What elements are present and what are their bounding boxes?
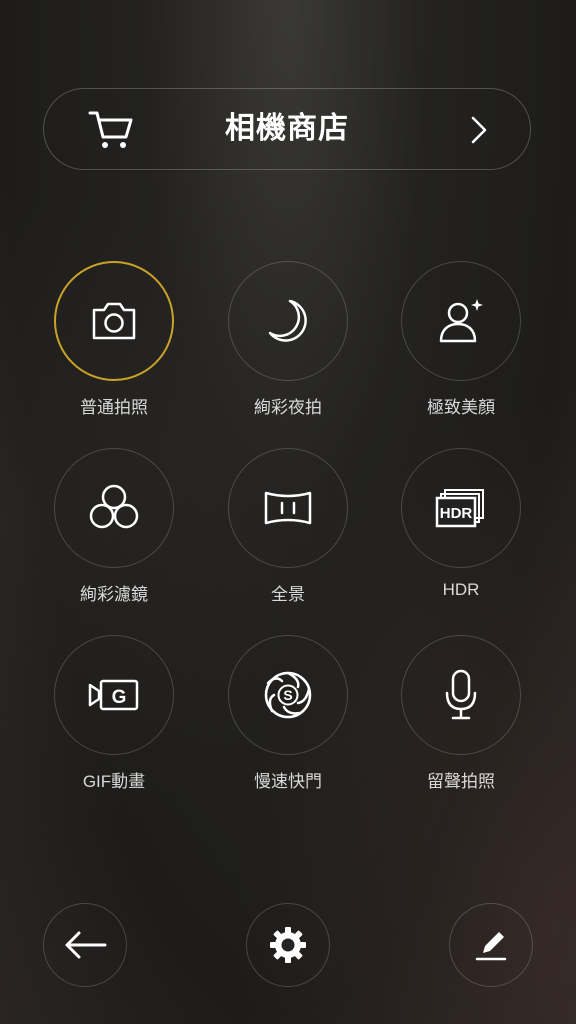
back-button[interactable] xyxy=(43,903,127,987)
mode-button[interactable] xyxy=(228,261,348,381)
mode-label: GIF動畫 xyxy=(82,772,146,791)
mode-label: 普通拍照 xyxy=(80,398,148,417)
mode-hdr[interactable]: HDR HDR xyxy=(386,448,536,600)
mode-label: 極致美顏 xyxy=(427,398,495,417)
camera-store-title: 相機商店 xyxy=(225,112,349,145)
mode-gif[interactable]: G GIF動畫 xyxy=(39,635,189,792)
mode-panorama[interactable]: 全景 xyxy=(213,448,363,605)
mode-label: HDR xyxy=(442,580,480,599)
chevron-right-icon xyxy=(471,116,487,144)
microphone-icon xyxy=(445,669,477,720)
pencil-icon xyxy=(475,932,507,961)
back-arrow-icon xyxy=(65,931,107,959)
svg-text:HDR: HDR xyxy=(440,505,473,522)
camera-icon xyxy=(92,302,136,340)
mode-beauty[interactable]: 極致美顏 xyxy=(386,261,536,418)
mode-button[interactable]: S xyxy=(228,635,348,755)
mode-label: 絢彩濾鏡 xyxy=(80,585,148,604)
mode-button[interactable] xyxy=(401,261,521,381)
mode-button[interactable] xyxy=(54,261,174,381)
mode-label: 全景 xyxy=(271,585,305,604)
moon-icon xyxy=(268,299,307,342)
mode-button[interactable]: G xyxy=(54,635,174,755)
mode-button[interactable] xyxy=(401,635,521,755)
mode-voice-photo[interactable]: 留聲拍照 xyxy=(386,635,536,792)
hdr-icon: HDR xyxy=(435,489,484,528)
settings-button[interactable] xyxy=(246,903,330,987)
svg-text:S: S xyxy=(283,687,292,703)
mode-label: 留聲拍照 xyxy=(427,772,495,791)
mode-normal-photo[interactable]: 普通拍照 xyxy=(39,261,189,418)
edit-button[interactable] xyxy=(449,903,533,987)
mode-night[interactable]: 絢彩夜拍 xyxy=(213,261,363,418)
panorama-icon xyxy=(264,491,312,525)
gear-icon xyxy=(270,927,306,963)
gif-video-icon: G xyxy=(88,679,139,711)
mode-slow-shutter[interactable]: S 慢速快門 xyxy=(213,635,363,792)
mode-label: 慢速快門 xyxy=(254,772,322,791)
mode-button[interactable] xyxy=(228,448,348,568)
mode-filter[interactable]: 絢彩濾鏡 xyxy=(39,448,189,605)
mode-button[interactable]: HDR xyxy=(401,448,521,568)
camera-store-button[interactable]: 相機商店 xyxy=(43,88,531,170)
shutter-icon: S xyxy=(264,671,312,719)
mode-button[interactable] xyxy=(54,448,174,568)
filter-circles-icon xyxy=(89,484,139,529)
mode-label: 絢彩夜拍 xyxy=(254,398,322,417)
beauty-portrait-icon xyxy=(439,299,483,343)
svg-text:G: G xyxy=(112,687,127,708)
